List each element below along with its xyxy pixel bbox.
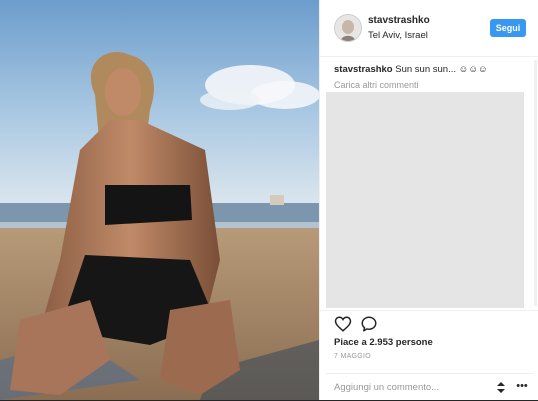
load-more-comments-link[interactable]: Carica altri commenti [334, 80, 419, 90]
likes-count[interactable]: Piace a 2.953 persone [334, 337, 433, 348]
comment-bar: ••• [326, 373, 533, 400]
caption: stavstrashko Sun sun sun... ☺☺☺ [334, 64, 488, 75]
post-photo[interactable] [0, 0, 319, 400]
stepper-icon[interactable] [496, 381, 506, 394]
more-icon[interactable]: ••• [514, 380, 530, 394]
comment-input[interactable] [334, 379, 484, 395]
location[interactable]: Tel Aviv, Israel [368, 30, 428, 41]
comments-section: stavstrashko Sun sun sun... ☺☺☺ Carica a… [320, 56, 538, 310]
avatar[interactable] [334, 14, 362, 42]
post-container: stavstrashko Tel Aviv, Israel Segui stav… [0, 0, 538, 400]
caption-text: Sun sun sun... ☺☺☺ [395, 64, 488, 75]
comments-scrollbar[interactable] [534, 60, 537, 306]
comment-bubble-icon[interactable] [360, 315, 378, 333]
post-sidebar: stavstrashko Tel Aviv, Israel Segui stav… [319, 0, 538, 400]
caption-username[interactable]: stavstrashko [334, 64, 393, 75]
post-actions: Piace a 2.953 persone 7 MAGGIO ••• [320, 310, 538, 401]
post-date: 7 MAGGIO [334, 353, 372, 360]
post-header: stavstrashko Tel Aviv, Israel Segui [320, 0, 538, 57]
heart-icon[interactable] [334, 315, 352, 333]
username[interactable]: stavstrashko [368, 15, 430, 26]
comments-placeholder-area [326, 92, 524, 308]
follow-button[interactable]: Segui [490, 19, 526, 37]
